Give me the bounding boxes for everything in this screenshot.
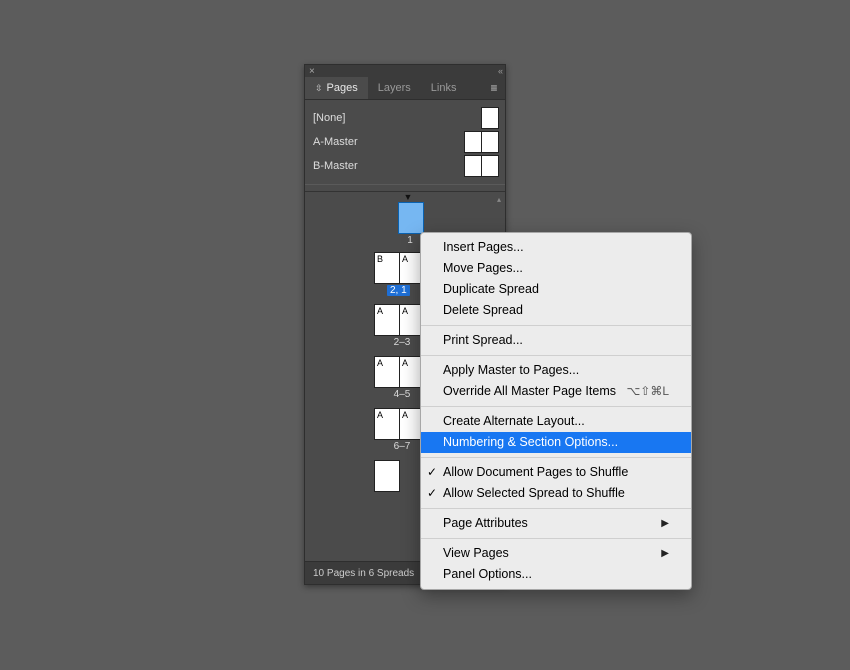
menu-separator [421, 355, 691, 356]
menu-item-label: Create Alternate Layout... [443, 413, 585, 430]
tab-links[interactable]: Links [421, 77, 467, 99]
panel-tabs: ⇳ Pages Layers Links ≡ [305, 77, 505, 100]
page-prefix: A [377, 306, 383, 316]
close-icon[interactable]: × [309, 66, 315, 77]
menu-item[interactable]: Panel Options... [421, 564, 691, 585]
page-prefix: A [377, 410, 383, 420]
menu-item[interactable]: Page Attributes ▶ [421, 513, 691, 534]
page-thumb[interactable]: A [374, 304, 400, 336]
page-prefix: A [402, 410, 408, 420]
menu-item-label: Page Attributes [443, 515, 528, 532]
menu-separator [421, 538, 691, 539]
menu-item[interactable]: Numbering & Section Options... [421, 432, 691, 453]
section-marker-icon: ▼ [401, 192, 415, 202]
tab-pages[interactable]: ⇳ Pages [305, 77, 368, 99]
master-thumb [481, 155, 499, 177]
page-thumb[interactable]: B [374, 252, 400, 284]
page-number: 4–5 [391, 389, 413, 400]
menu-item[interactable]: ✓ Allow Document Pages to Shuffle [421, 462, 691, 483]
check-icon: ✓ [427, 485, 437, 502]
menu-item-label: Override All Master Page Items [443, 383, 616, 400]
menu-item-label: Duplicate Spread [443, 281, 539, 298]
menu-item-label: Move Pages... [443, 260, 523, 277]
menu-item[interactable]: Insert Pages... [421, 237, 691, 258]
page-prefix: A [377, 358, 383, 368]
menu-item[interactable]: Duplicate Spread [421, 279, 691, 300]
tab-layers[interactable]: Layers [368, 77, 421, 99]
menu-item[interactable]: ✓ Allow Selected Spread to Shuffle [421, 483, 691, 504]
menu-item[interactable]: Delete Spread [421, 300, 691, 321]
menu-item[interactable]: Create Alternate Layout... [421, 411, 691, 432]
scroll-up-icon[interactable]: ▴ [495, 196, 503, 204]
submenu-arrow-icon: ▶ [661, 545, 669, 562]
menu-item[interactable]: Move Pages... [421, 258, 691, 279]
menu-shortcut: ⌥⇧⌘L [626, 383, 669, 400]
menu-item-label: Print Spread... [443, 332, 523, 349]
menu-item-label: Apply Master to Pages... [443, 362, 579, 379]
master-thumb [481, 107, 499, 129]
page-prefix: A [402, 306, 408, 316]
menu-separator [421, 406, 691, 407]
page-thumb[interactable] [374, 460, 400, 492]
master-label: B-Master [305, 160, 464, 172]
menu-item[interactable]: Print Spread... [421, 330, 691, 351]
panel-top-bar: × « [305, 65, 505, 77]
page-thumb[interactable] [398, 202, 424, 234]
master-thumb [464, 131, 482, 153]
menu-item-label: Allow Document Pages to Shuffle [443, 464, 628, 481]
page-number: 6–7 [391, 441, 413, 452]
menu-item-label: Panel Options... [443, 566, 532, 583]
status-text: 10 Pages in 6 Spreads [313, 568, 414, 579]
page-number: 1 [403, 235, 417, 246]
master-thumb [464, 155, 482, 177]
master-none[interactable]: [None] [305, 106, 505, 130]
menu-item-label: Allow Selected Spread to Shuffle [443, 485, 625, 502]
masters-list: [None] A-Master B-Master [305, 100, 505, 192]
master-label: [None] [305, 112, 481, 124]
menu-separator [421, 457, 691, 458]
master-label: A-Master [305, 136, 464, 148]
menu-separator [421, 508, 691, 509]
master-thumb [481, 131, 499, 153]
menu-separator [421, 325, 691, 326]
menu-item[interactable]: Override All Master Page Items ⌥⇧⌘L [421, 381, 691, 402]
page-prefix: A [402, 358, 408, 368]
updown-icon: ⇳ [315, 83, 323, 94]
check-icon: ✓ [427, 464, 437, 481]
submenu-arrow-icon: ▶ [661, 515, 669, 532]
menu-item-label: Insert Pages... [443, 239, 524, 256]
tab-label: Pages [327, 82, 358, 94]
panel-menu-icon[interactable]: ≡ [483, 77, 505, 99]
context-menu: Insert Pages... Move Pages... Duplicate Sp… [420, 232, 692, 590]
page-prefix: B [377, 254, 383, 264]
master-b[interactable]: B-Master [305, 154, 505, 178]
page-thumb[interactable]: A [374, 356, 400, 388]
menu-item[interactable]: View Pages ▶ [421, 543, 691, 564]
page-number: 2, 1 [387, 285, 410, 296]
collapse-icon[interactable]: « [498, 66, 501, 76]
master-a[interactable]: A-Master [305, 130, 505, 154]
tab-label: Layers [378, 82, 411, 94]
page-number: 2–3 [391, 337, 413, 348]
page-prefix: A [402, 254, 408, 264]
menu-item[interactable]: Apply Master to Pages... [421, 360, 691, 381]
menu-item-label: Numbering & Section Options... [443, 434, 618, 451]
page-thumb[interactable]: A [374, 408, 400, 440]
tab-label: Links [431, 82, 457, 94]
menu-item-label: View Pages [443, 545, 509, 562]
menu-item-label: Delete Spread [443, 302, 523, 319]
